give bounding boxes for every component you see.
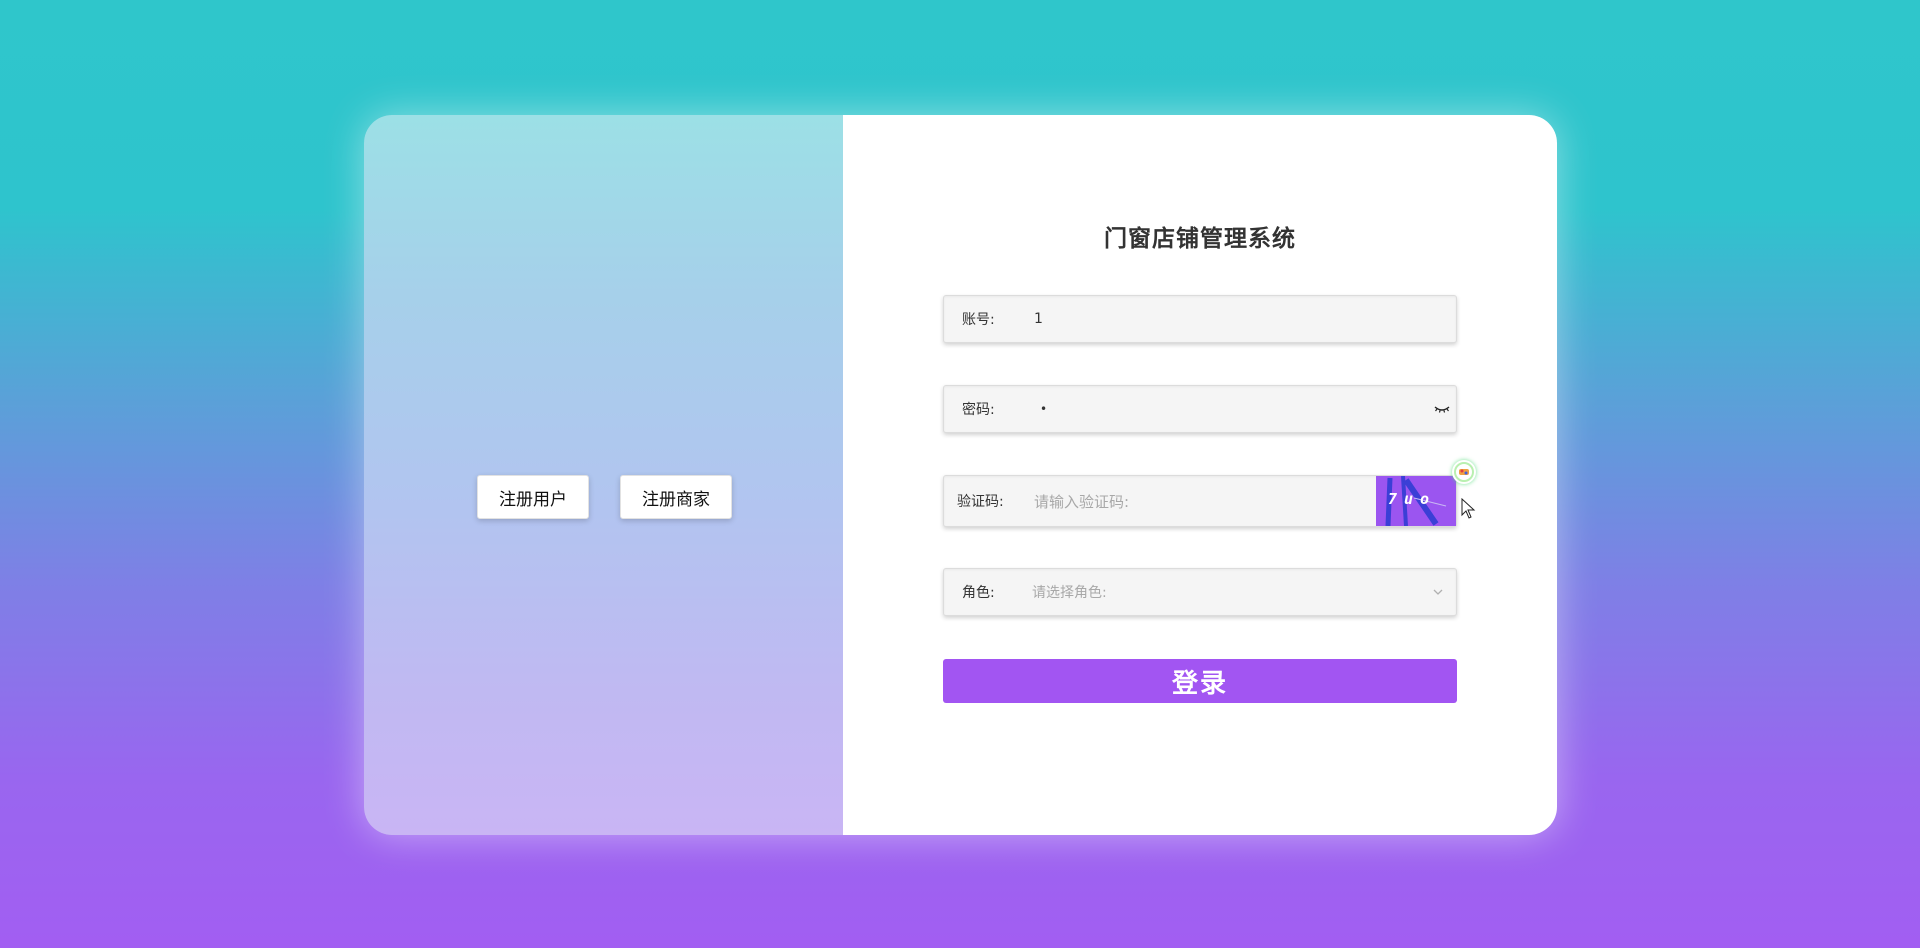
register-merchant-button[interactable]: 注册商家: [620, 475, 732, 519]
captcha-code: 7uo: [1388, 490, 1437, 508]
password-input[interactable]: •: [1040, 386, 1047, 432]
account-label: 账号:: [962, 312, 995, 328]
register-user-button[interactable]: 注册用户: [477, 475, 589, 519]
login-card: 注册用户 注册商家 门窗店铺管理系统 账号: 1 密码: • 验证码: 请输入验…: [364, 115, 1557, 835]
captcha-field[interactable]: 验证码: 请输入验证码: 7uo: [943, 475, 1457, 527]
mouse-cursor-icon: [1461, 498, 1476, 519]
captcha-image[interactable]: 7uo: [1376, 476, 1456, 526]
login-panel: 门窗店铺管理系统 账号: 1 密码: • 验证码: 请输入验证码: 7uo 角色…: [843, 115, 1557, 835]
register-panel: 注册用户 注册商家: [364, 115, 843, 835]
role-value[interactable]: 请选择角色:: [1032, 569, 1107, 615]
eye-closed-icon[interactable]: [1434, 402, 1450, 416]
password-label: 密码:: [962, 402, 995, 418]
captcha-label: 验证码:: [957, 494, 1004, 510]
role-label: 角色:: [962, 585, 995, 601]
account-input[interactable]: 1: [1034, 296, 1043, 342]
captcha-input[interactable]: 请输入验证码:: [1034, 476, 1129, 526]
role-select[interactable]: 角色: 请选择角色:: [943, 568, 1457, 616]
login-button[interactable]: 登录: [943, 659, 1457, 703]
password-field[interactable]: 密码: •: [943, 385, 1457, 433]
account-field[interactable]: 账号: 1: [943, 295, 1457, 343]
chevron-down-icon[interactable]: [1432, 586, 1444, 598]
browser-extension-icon[interactable]: [1452, 460, 1476, 484]
page-title: 门窗店铺管理系统: [1104, 226, 1296, 252]
